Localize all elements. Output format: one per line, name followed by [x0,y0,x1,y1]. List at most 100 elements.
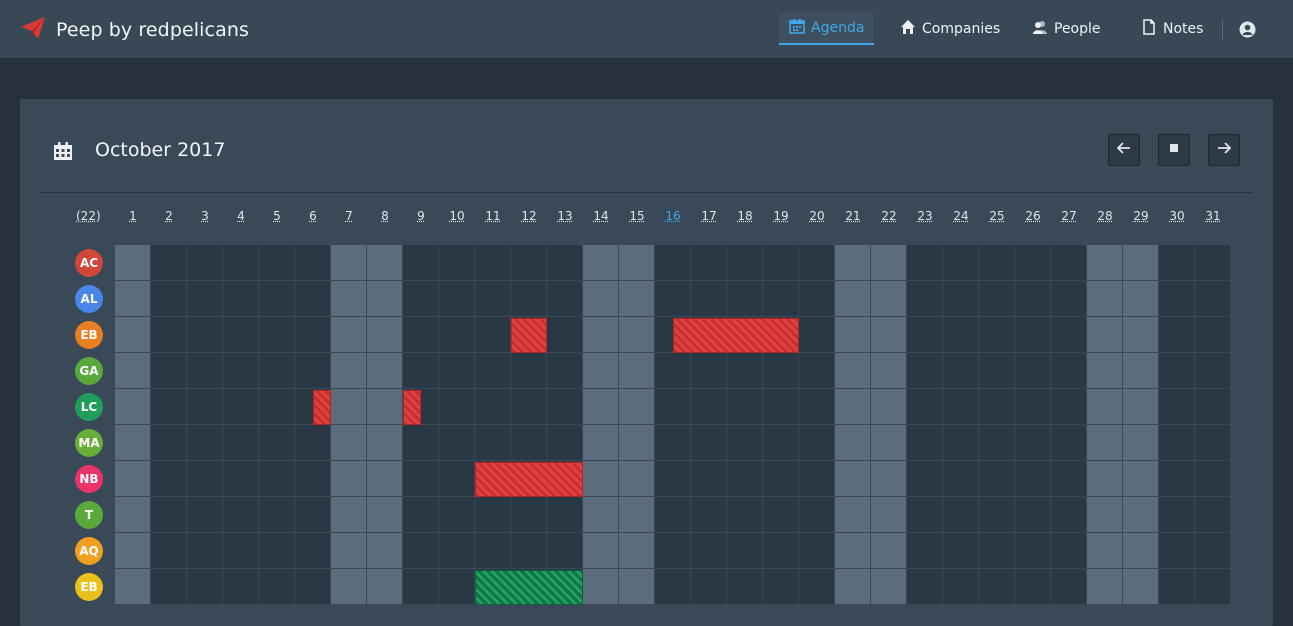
nav-companies[interactable]: Companies [900,13,1000,45]
day-cell[interactable] [295,425,331,461]
day-cell[interactable] [691,245,727,281]
day-cell[interactable] [907,497,943,533]
avatar-eb[interactable]: EB [75,573,103,601]
day-cell[interactable] [547,389,583,425]
day-cell[interactable] [331,497,367,533]
day-cell[interactable] [367,461,403,497]
day-cell[interactable] [763,281,799,317]
avatar-eb[interactable]: EB [75,321,103,349]
day-cell[interactable] [115,461,151,497]
day-cell[interactable] [943,245,979,281]
day-cell[interactable] [367,497,403,533]
day-cell[interactable] [763,569,799,605]
day-cell[interactable] [1051,533,1087,569]
day-cell[interactable] [331,281,367,317]
day-cell[interactable] [367,389,403,425]
day-cell[interactable] [259,569,295,605]
day-cell[interactable] [871,497,907,533]
day-cell[interactable] [547,425,583,461]
day-cell[interactable] [835,353,871,389]
day-cell[interactable] [583,245,619,281]
day-cell[interactable] [223,461,259,497]
day-cell[interactable] [583,281,619,317]
day-header-25[interactable]: 25 [979,209,1015,223]
day-cell[interactable] [763,353,799,389]
day-cell[interactable] [619,425,655,461]
event-block-green[interactable] [475,570,583,605]
day-header-19[interactable]: 19 [763,209,799,223]
day-cell[interactable] [1159,497,1195,533]
avatar-aq[interactable]: AQ [75,537,103,565]
day-cell[interactable] [943,317,979,353]
day-cell[interactable] [1195,533,1231,569]
day-cell[interactable] [475,425,511,461]
day-cell[interactable] [475,245,511,281]
day-cell[interactable] [547,317,583,353]
day-cell[interactable] [259,281,295,317]
day-cell[interactable] [1159,569,1195,605]
day-cell[interactable] [115,245,151,281]
day-cell[interactable] [871,353,907,389]
day-cell[interactable] [907,461,943,497]
avatar-nb[interactable]: NB [75,465,103,493]
day-cell[interactable] [943,533,979,569]
day-cell[interactable] [619,461,655,497]
nav-agenda[interactable]: Agenda [779,13,875,45]
day-cell[interactable] [1015,425,1051,461]
day-header-16[interactable]: 16 [655,209,691,223]
day-cell[interactable] [151,317,187,353]
day-cell[interactable] [151,533,187,569]
day-cell[interactable] [871,425,907,461]
day-cell[interactable] [763,533,799,569]
day-cell[interactable] [835,533,871,569]
day-cell[interactable] [1015,281,1051,317]
day-cell[interactable] [763,497,799,533]
day-cell[interactable] [259,461,295,497]
day-cell[interactable] [367,281,403,317]
day-header-3[interactable]: 3 [187,209,223,223]
day-cell[interactable] [259,317,295,353]
day-cell[interactable] [223,281,259,317]
day-cell[interactable] [1087,317,1123,353]
day-header-14[interactable]: 14 [583,209,619,223]
day-cell[interactable] [799,389,835,425]
day-cell[interactable] [151,245,187,281]
day-cell[interactable] [1051,497,1087,533]
day-cell[interactable] [691,569,727,605]
previous-month-button[interactable] [1108,134,1140,166]
day-cell[interactable] [619,497,655,533]
day-cell[interactable] [583,389,619,425]
day-cell[interactable] [583,317,619,353]
day-cell[interactable] [1015,245,1051,281]
day-cell[interactable] [331,425,367,461]
day-cell[interactable] [835,389,871,425]
day-cell[interactable] [223,389,259,425]
day-cell[interactable] [691,497,727,533]
day-header-21[interactable]: 21 [835,209,871,223]
day-cell[interactable] [475,281,511,317]
day-cell[interactable] [511,353,547,389]
day-cell[interactable] [691,389,727,425]
day-cell[interactable] [475,497,511,533]
day-cell[interactable] [295,353,331,389]
day-cell[interactable] [943,425,979,461]
day-cell[interactable] [475,389,511,425]
absence-block[interactable] [475,462,583,497]
day-cell[interactable] [871,533,907,569]
day-cell[interactable] [1123,569,1159,605]
day-cell[interactable] [1051,281,1087,317]
day-cell[interactable] [295,461,331,497]
day-cell[interactable] [1159,245,1195,281]
absence-block[interactable] [403,390,421,425]
day-cell[interactable] [619,317,655,353]
day-cell[interactable] [403,425,439,461]
day-cell[interactable] [115,389,151,425]
day-cell[interactable] [151,353,187,389]
day-cell[interactable] [979,353,1015,389]
day-cell[interactable] [979,245,1015,281]
day-cell[interactable] [187,497,223,533]
day-cell[interactable] [187,317,223,353]
day-header-12[interactable]: 12 [511,209,547,223]
day-cell[interactable] [115,569,151,605]
day-cell[interactable] [799,281,835,317]
